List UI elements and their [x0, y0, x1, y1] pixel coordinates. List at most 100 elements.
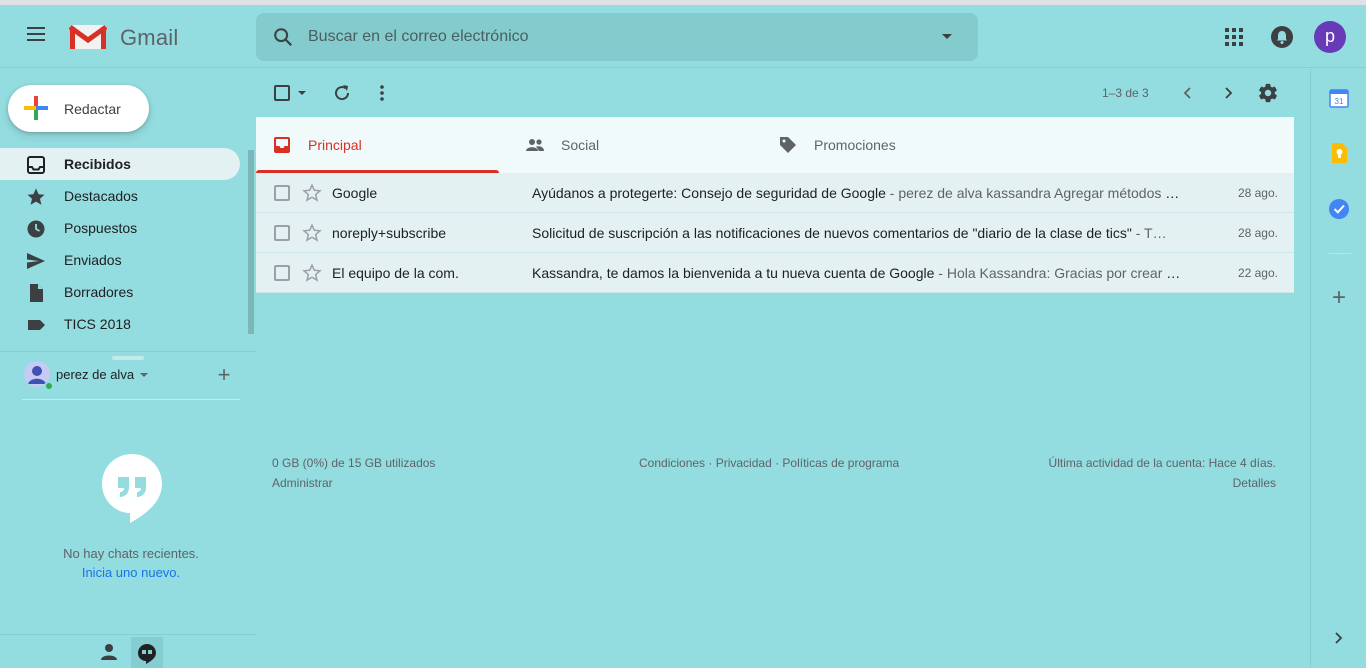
manage-storage-link[interactable]: Administrar [272, 476, 333, 490]
get-addons-plus-icon[interactable]: + [1328, 286, 1350, 310]
email-sender: El equipo de la com. [332, 265, 459, 281]
select-all-checkbox[interactable] [274, 85, 290, 101]
settings-gear-icon[interactable] [1257, 82, 1279, 104]
activity-details-link[interactable]: Detalles [1233, 476, 1276, 490]
new-chat-plus-icon[interactable]: + [214, 364, 234, 386]
calendar-day: 31 [1335, 97, 1344, 106]
terms-link[interactable]: Condiciones [639, 456, 705, 470]
inbox-icon [274, 137, 290, 153]
no-recent-chats-text: No hay chats recientes. [63, 546, 199, 561]
account-avatar[interactable]: p [1314, 21, 1346, 53]
notifications-bell-icon[interactable] [1270, 25, 1294, 49]
star-outline-icon[interactable] [302, 223, 322, 243]
star-icon [27, 188, 45, 205]
online-status-dot [44, 381, 54, 391]
star-outline-icon[interactable] [302, 183, 322, 203]
footer-separator: · [771, 456, 783, 470]
star-outline-icon[interactable] [302, 263, 322, 283]
email-checkbox[interactable] [274, 225, 290, 241]
hangouts-icon [138, 644, 156, 664]
hangouts-user-name[interactable]: perez de alva [56, 367, 134, 382]
chevron-right-icon[interactable] [1330, 629, 1348, 647]
tasks-icon[interactable] [1328, 198, 1350, 220]
clock-icon [27, 220, 45, 238]
email-subject: Kassandra, te damos la bienvenida a tu n… [532, 265, 935, 281]
program-policies-link[interactable]: Políticas de programa [782, 456, 899, 470]
chevron-left-icon[interactable] [1178, 83, 1198, 103]
search-input[interactable] [308, 13, 908, 61]
tab-label: Social [561, 137, 600, 153]
sidebar-item-drafts[interactable]: Borradores [0, 276, 240, 308]
email-sender: Google [332, 185, 378, 201]
side-panel-divider [1329, 253, 1351, 254]
tab-principal[interactable]: Principal [256, 117, 499, 173]
email-sender: noreply+subscribe [332, 225, 447, 241]
email-list: Google Ayúdanos a protegerte: Consejo de… [256, 173, 1294, 293]
start-new-chat-link[interactable]: Inicia uno nuevo. [0, 565, 262, 580]
search-bar[interactable] [256, 13, 978, 61]
hangouts-status-caret-icon[interactable] [140, 373, 148, 377]
tab-label: Promociones [814, 137, 896, 153]
email-date: 22 ago. [1237, 266, 1278, 280]
sidebar-item-label: TICS 2018 [64, 316, 131, 332]
hangouts-bottom-bar [0, 634, 256, 668]
email-subject: Solicitud de suscripción a las notificac… [532, 225, 1132, 241]
search-options-caret-icon[interactable] [942, 34, 952, 39]
tab-label: Principal [308, 137, 362, 153]
compose-button[interactable]: Redactar [8, 85, 149, 132]
email-content: Solicitud de suscripción a las notificac… [532, 225, 1184, 241]
email-row[interactable]: El equipo de la com. Kassandra, te damos… [256, 253, 1294, 293]
chevron-right-icon[interactable] [1218, 83, 1238, 103]
email-checkbox[interactable] [274, 185, 290, 201]
tab-promociones[interactable]: Promociones [762, 117, 1005, 173]
email-row[interactable]: noreply+subscribe Solicitud de suscripci… [256, 213, 1294, 253]
keep-icon[interactable] [1328, 142, 1350, 164]
draft-icon [30, 284, 43, 302]
send-icon [27, 253, 45, 269]
app-name[interactable]: Gmail [120, 25, 178, 51]
tab-social[interactable]: Social [509, 117, 752, 173]
people-icon [526, 139, 544, 151]
sidebar-item-snoozed[interactable]: Pospuestos [0, 212, 240, 244]
more-options-icon[interactable] [372, 83, 392, 103]
inbox-icon [27, 156, 45, 174]
main-menu-button[interactable] [22, 23, 50, 51]
email-checkbox[interactable] [274, 265, 290, 281]
compose-plus-icon [24, 96, 48, 120]
apps-grid-icon[interactable] [1224, 27, 1244, 47]
side-panel: 31 + [1310, 69, 1366, 668]
sidebar-item-inbox[interactable]: Recibidos [0, 148, 240, 180]
contacts-person-icon[interactable] [100, 643, 118, 661]
sidebar-item-sent[interactable]: Enviados [0, 244, 240, 276]
email-content: Ayúdanos a protegerte: Consejo de seguri… [532, 185, 1184, 201]
hangouts-tab[interactable] [131, 637, 163, 668]
menu-bar [27, 39, 45, 41]
sidebar-item-starred[interactable]: Destacados [0, 180, 240, 212]
refresh-icon[interactable] [332, 83, 352, 103]
sidebar-scrollbar[interactable] [248, 150, 254, 334]
sidebar-item-label: Recibidos [64, 156, 131, 172]
email-row[interactable]: Google Ayúdanos a protegerte: Consejo de… [256, 173, 1294, 213]
label-icon [28, 320, 45, 330]
privacy-link[interactable]: Privacidad [716, 456, 772, 470]
email-date: 28 ago. [1237, 186, 1278, 200]
sidebar-divider [0, 351, 256, 352]
sidebar-item-label: Destacados [64, 188, 138, 204]
sidebar-item-tics-2018[interactable]: TICS 2018 [0, 308, 240, 340]
email-date: 28 ago. [1237, 226, 1278, 240]
compose-label: Redactar [64, 101, 121, 117]
hangouts-divider [22, 399, 240, 400]
menu-bar [27, 27, 45, 29]
footer-separator: · [705, 456, 716, 470]
footer-links: Condiciones · Privacidad · Políticas de … [639, 456, 899, 470]
sidebar-item-label: Enviados [64, 252, 122, 268]
calendar-icon[interactable]: 31 [1328, 87, 1350, 109]
search-icon[interactable] [272, 26, 294, 48]
menu-bar [27, 33, 45, 35]
select-options-caret-icon[interactable] [298, 91, 306, 95]
gmail-logo-icon[interactable] [69, 24, 107, 50]
email-subject: Ayúdanos a protegerte: Consejo de seguri… [532, 185, 886, 201]
email-content: Kassandra, te damos la bienvenida a tu n… [532, 265, 1184, 281]
app-header: Gmail p [0, 5, 1366, 68]
resize-handle[interactable] [112, 356, 144, 360]
